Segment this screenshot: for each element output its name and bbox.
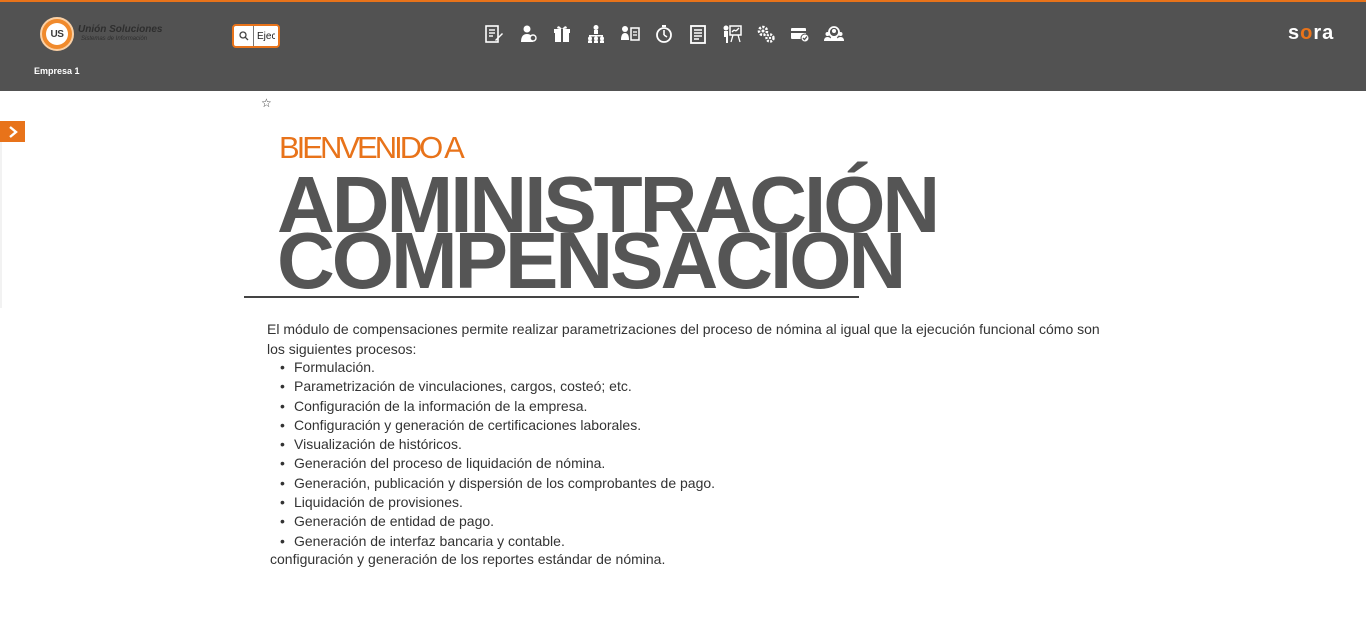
- module-usuarios-icon[interactable]: [823, 23, 845, 45]
- company-name[interactable]: Empresa 1: [34, 66, 80, 76]
- module-empleados-icon[interactable]: [517, 23, 539, 45]
- list-item: • Generación del proceso de liquidación d…: [280, 455, 606, 472]
- module-pagos-icon[interactable]: [789, 23, 811, 45]
- list-item: • Generación, publicación y dispersión de…: [280, 474, 716, 491]
- logo-emblem: US: [40, 17, 74, 51]
- search-icon[interactable]: [234, 26, 254, 46]
- logo-subtitle: Sistemas de Información: [81, 36, 148, 42]
- chevron-right-icon: [8, 125, 18, 138]
- sora-brand-logo[interactable]: sora: [1288, 22, 1334, 45]
- module-configuracion-icon[interactable]: [755, 23, 777, 45]
- list-item-text: Generación, publicación y dispersión de …: [294, 474, 716, 491]
- process-list: • Formulación. • Parametrización de vincul…: [280, 358, 715, 551]
- list-item-text: Configuración y generación de certificac…: [294, 416, 642, 433]
- logo-mark: US: [46, 23, 68, 45]
- module-formulacion-icon[interactable]: [483, 23, 505, 45]
- list-item-text: Generación de interfaz bancaria y contab…: [294, 532, 565, 549]
- module-capacitacion-icon[interactable]: [721, 23, 743, 45]
- sidebar-toggle-button[interactable]: [0, 121, 25, 142]
- list-item: • Generación de interfaz bancaria y conta…: [280, 532, 565, 549]
- brand-accent-letter: o: [1300, 22, 1314, 44]
- list-item: • Parametrización de vinculaciones, cargo…: [280, 378, 632, 395]
- module-tiempos-icon[interactable]: [653, 23, 675, 45]
- module-organigrama-icon[interactable]: [585, 23, 607, 45]
- module-vinculacion-icon[interactable]: [619, 23, 641, 45]
- list-item: • Formulación.: [280, 359, 375, 375]
- module-beneficios-icon[interactable]: [551, 23, 573, 45]
- logo-title: Unión Soluciones: [78, 24, 163, 35]
- favorite-star-icon[interactable]: ☆: [261, 97, 272, 109]
- list-item-text: Formulación.: [294, 359, 375, 375]
- list-item-text: Generación del proceso de liquidación de…: [294, 455, 606, 472]
- search-input[interactable]: [254, 26, 278, 46]
- list-item-text: Generación de entidad de pago.: [294, 513, 495, 530]
- list-item-text: Configuración de la información de la em…: [294, 397, 588, 414]
- union-soluciones-logo[interactable]: US Unión Soluciones Sistemas de Informac…: [40, 17, 175, 53]
- list-item: • Liquidación de provisiones.: [280, 494, 463, 511]
- module-footer-note: configuración y generación de los report…: [270, 551, 666, 567]
- module-documentos-icon[interactable]: [687, 23, 709, 45]
- title-divider: [244, 296, 859, 298]
- module-description: El módulo de compensaciones permite real…: [267, 321, 1100, 357]
- top-navigation-bar: US Unión Soluciones Sistemas de Informac…: [0, 0, 1366, 91]
- list-item: • Configuración y generación de certifica…: [280, 416, 642, 433]
- list-item-text: Visualización de históricos.: [294, 436, 462, 453]
- list-item-text: Parametrización de vinculaciones, cargos…: [294, 378, 632, 395]
- sidebar-edge: [0, 142, 2, 308]
- list-item: • Generación de entidad de pago.: [280, 513, 495, 530]
- module-toolbar: [483, 23, 857, 45]
- list-item-text: Liquidación de provisiones.: [294, 494, 463, 511]
- list-item: • Visualización de históricos.: [280, 436, 462, 453]
- module-search: [232, 24, 280, 48]
- module-title-line-2: COMPENSACION: [277, 216, 906, 305]
- list-item: • Configuración de la información de la e…: [280, 397, 588, 414]
